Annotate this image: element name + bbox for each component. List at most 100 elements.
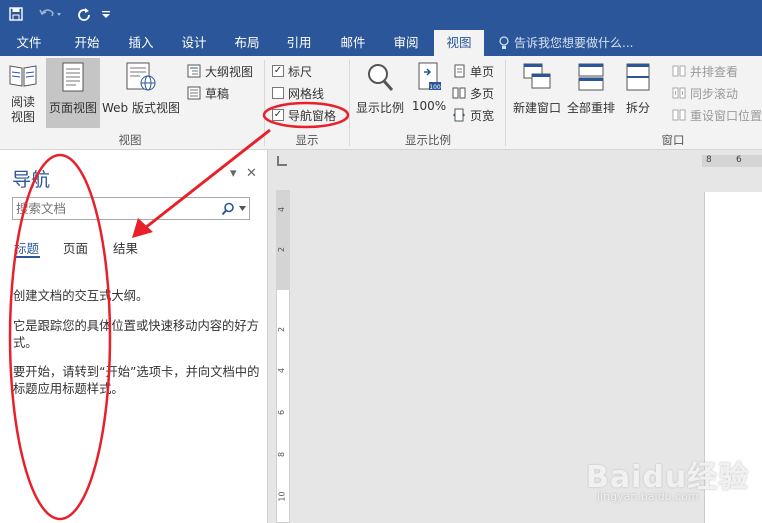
title-bar xyxy=(0,0,762,30)
tab-design[interactable]: 设计 xyxy=(171,30,217,56)
tab-mailings[interactable]: 邮件 xyxy=(330,30,376,56)
print-layout-icon xyxy=(62,62,84,92)
customize-qat-icon[interactable] xyxy=(98,2,114,26)
outline-button[interactable]: 大纲视图 xyxy=(187,61,253,81)
draft-icon xyxy=(187,86,201,100)
baidu-watermark-url: jingyan.baidu.com xyxy=(597,490,699,503)
nav-search-box xyxy=(12,197,250,220)
reset-position-label: 重设窗口位置 xyxy=(690,108,762,123)
ruler-label: 8 xyxy=(277,451,287,458)
ruler-label: 6 xyxy=(736,155,742,165)
multi-page-label: 多页 xyxy=(470,86,495,101)
ruler-label: 10 xyxy=(277,491,287,502)
nav-tab-headings[interactable]: 标题 xyxy=(14,238,39,257)
nav-search-input[interactable] xyxy=(16,200,216,217)
multi-page-icon xyxy=(452,87,466,99)
zoom-100-label: 100% xyxy=(411,99,447,113)
close-icon[interactable]: ✕ xyxy=(246,166,257,181)
outline-icon xyxy=(187,64,201,78)
arrange-all-label: 全部重排 xyxy=(566,101,615,115)
ruler-label: 4 xyxy=(277,206,287,213)
print-layout-label: 页面视图 xyxy=(48,101,97,115)
tab-view[interactable]: 视图 xyxy=(434,30,484,56)
zoom-100-icon: 100 xyxy=(418,62,441,91)
search-icon[interactable] xyxy=(221,202,235,216)
show-group-label: 显示 xyxy=(295,133,319,147)
redo-icon[interactable] xyxy=(72,2,96,26)
sync-scroll-button[interactable]: 同步滚动 xyxy=(672,83,738,103)
horizontal-ruler[interactable]: 8 6 xyxy=(702,155,762,167)
reset-position-button[interactable]: 重设窗口位置 xyxy=(672,105,762,125)
ruler-label: 标尺 xyxy=(288,64,313,79)
print-layout-button[interactable]: 页面视图 xyxy=(46,58,100,128)
gridlines-label: 网格线 xyxy=(288,86,325,101)
zoom-100-button[interactable]: 100 100% xyxy=(410,58,448,128)
arrange-all-button[interactable]: 全部重排 xyxy=(564,58,618,128)
split-button[interactable]: 拆分 xyxy=(622,58,654,128)
gridlines-checkbox[interactable]: 网格线 xyxy=(272,83,324,103)
page-width-label: 页宽 xyxy=(470,108,495,123)
new-window-label: 新建窗口 xyxy=(512,101,561,115)
arrange-all-icon xyxy=(578,63,604,91)
nav-help-text-2: 它是跟踪您的具体位置或快速移动内容的好方式。 xyxy=(13,319,259,350)
tell-me-box[interactable]: 告诉我您想要做什么... xyxy=(498,30,633,56)
zoom-label: 显示比例 xyxy=(355,101,404,115)
ruler-label: 2 xyxy=(277,326,287,333)
search-dropdown-icon[interactable] xyxy=(239,206,246,211)
one-page-button[interactable]: 单页 xyxy=(452,61,494,81)
tab-references[interactable]: 引用 xyxy=(276,30,322,56)
read-mode-button[interactable]: 阅读 视图 xyxy=(4,58,42,130)
tab-selector-icon[interactable] xyxy=(277,156,287,166)
side-by-side-label: 并排查看 xyxy=(690,64,739,79)
page-width-button[interactable]: 页宽 xyxy=(452,105,494,125)
nav-pane-title: 导航 xyxy=(12,169,51,191)
separator xyxy=(264,60,265,146)
nav-help-text-1: 创建文档的交互式大纲。 xyxy=(13,289,149,303)
ruler-label: 8 xyxy=(706,155,712,165)
ruler-check-icon: ✓ xyxy=(272,65,284,77)
nav-pane-checkbox[interactable]: ✓ 导航窗格 xyxy=(272,105,336,125)
ruler-checkbox[interactable]: ✓ 标尺 xyxy=(272,61,312,81)
draft-label: 草稿 xyxy=(205,86,230,101)
separator xyxy=(349,60,350,146)
tab-layout[interactable]: 布局 xyxy=(224,30,270,56)
ruler-label: 6 xyxy=(277,409,287,416)
undo-icon[interactable] xyxy=(34,2,66,26)
nav-pane-check-icon: ✓ xyxy=(272,109,284,121)
zoom-button[interactable]: 显示比例 xyxy=(354,58,406,128)
active-tab-indicator xyxy=(14,256,40,258)
page-width-icon xyxy=(453,108,465,122)
tab-home[interactable]: 开始 xyxy=(64,30,110,56)
gridlines-check-icon xyxy=(272,87,284,99)
nav-tab-results[interactable]: 结果 xyxy=(113,238,138,257)
sync-scroll-label: 同步滚动 xyxy=(690,86,739,101)
tab-insert[interactable]: 插入 xyxy=(118,30,164,56)
web-layout-button[interactable]: Web 版式视图 xyxy=(101,58,181,128)
nav-tab-pages[interactable]: 页面 xyxy=(63,238,88,257)
nav-pane-options-icon[interactable]: ▾ xyxy=(230,166,237,181)
one-page-label: 单页 xyxy=(470,64,495,79)
multi-page-button[interactable]: 多页 xyxy=(452,83,494,103)
ruler-label: 2 xyxy=(277,246,287,253)
side-by-side-button[interactable]: 并排查看 xyxy=(672,61,738,81)
window-group-label: 窗口 xyxy=(661,133,685,147)
outline-label: 大纲视图 xyxy=(205,64,254,79)
tab-file[interactable]: 文件 xyxy=(6,30,52,56)
ribbon-tab-bar xyxy=(0,30,762,56)
draft-button[interactable]: 草稿 xyxy=(187,83,229,103)
new-window-icon xyxy=(523,63,551,89)
vertical-ruler-margin xyxy=(276,190,290,290)
one-page-icon xyxy=(454,64,465,78)
zoom-group-label: 显示比例 xyxy=(405,133,451,147)
sync-scroll-icon xyxy=(672,87,686,99)
magnifier-icon xyxy=(368,64,394,91)
views-group-label: 视图 xyxy=(118,133,142,147)
new-window-button[interactable]: 新建窗口 xyxy=(510,58,564,128)
separator xyxy=(505,60,506,146)
nav-pane-label: 导航窗格 xyxy=(288,108,337,123)
read-mode-label: 阅读 视图 xyxy=(10,95,35,124)
read-mode-icon xyxy=(9,65,37,87)
save-icon[interactable] xyxy=(4,2,28,26)
lightbulb-icon xyxy=(499,36,509,49)
tab-review[interactable]: 审阅 xyxy=(383,30,429,56)
